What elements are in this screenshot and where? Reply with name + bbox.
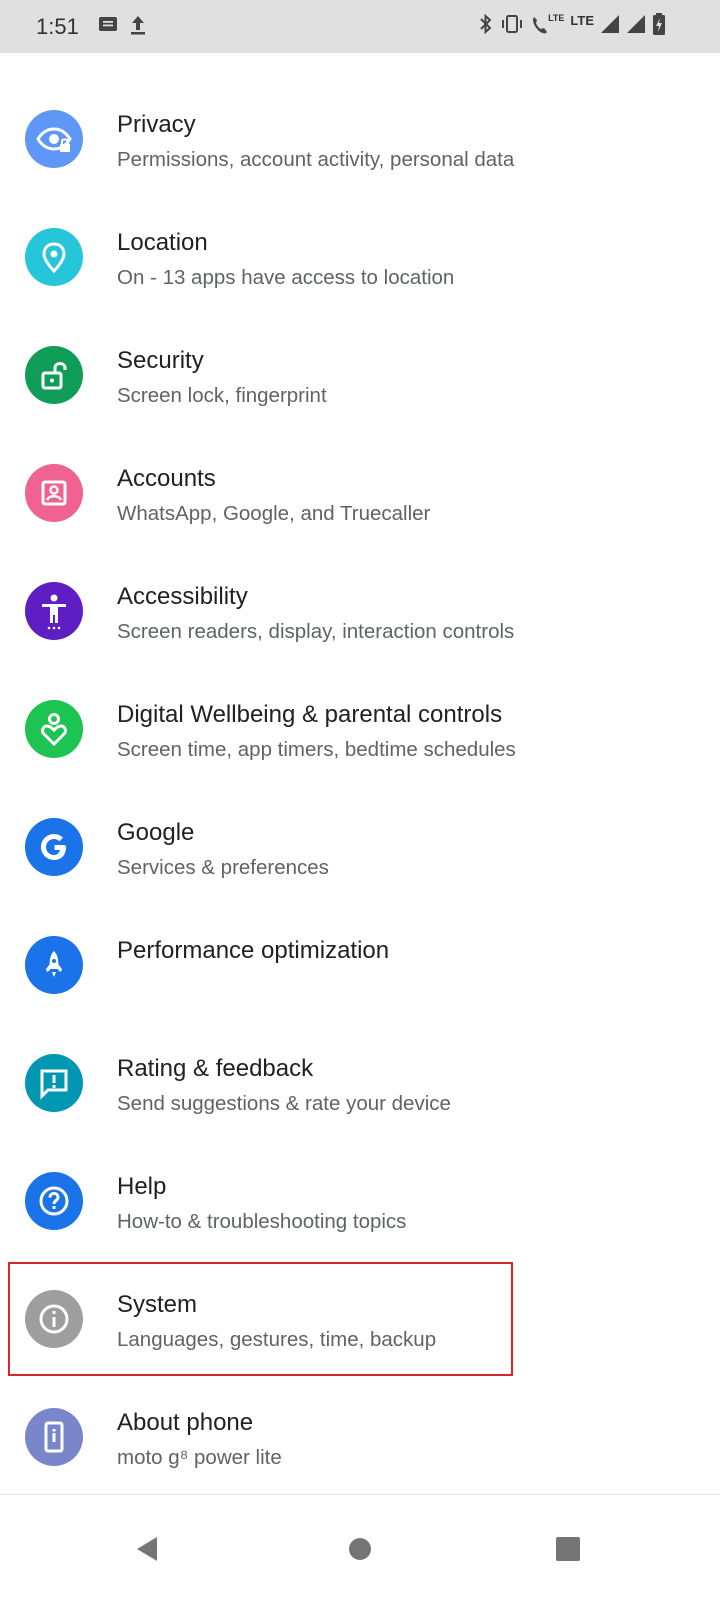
lte-call-icon: LTE xyxy=(530,13,564,35)
rocket-icon xyxy=(25,936,83,994)
settings-item-privacy[interactable]: Privacy Permissions, account activity, p… xyxy=(0,105,720,223)
bluetooth-icon xyxy=(478,12,494,36)
google-g-icon xyxy=(25,818,83,876)
item-title: Accessibility xyxy=(117,583,248,610)
home-icon xyxy=(349,1538,371,1560)
settings-item-accounts[interactable]: Accounts WhatsApp, Google, and Truecalle… xyxy=(0,459,720,577)
item-title: System xyxy=(117,1291,198,1318)
item-subtitle: On - 13 apps have access to location xyxy=(117,266,455,289)
item-subtitle: Services & preferences xyxy=(117,856,329,879)
phone-icon xyxy=(25,1408,83,1466)
settings-item-digital-wellbeing[interactable]: Digital Wellbeing & parental controls Sc… xyxy=(0,695,720,813)
item-title: Help xyxy=(117,1173,167,1200)
info-icon xyxy=(25,1290,83,1348)
status-bar: 1:51 LTE LTE xyxy=(0,0,720,53)
settings-item-google[interactable]: Google Services & preferences xyxy=(0,813,720,931)
settings-item-accessibility[interactable]: Accessibility Screen readers, display, i… xyxy=(0,577,720,695)
item-title: Digital Wellbeing & parental controls xyxy=(117,701,503,728)
back-icon xyxy=(137,1537,157,1561)
upload-notification-icon xyxy=(128,14,148,36)
item-title: Rating & feedback xyxy=(117,1055,314,1082)
item-title: Accounts xyxy=(117,465,216,492)
help-icon xyxy=(25,1172,83,1230)
vibrate-icon xyxy=(500,12,524,36)
battery-icon xyxy=(652,12,666,36)
accessibility-icon xyxy=(25,582,83,640)
lte-label: LTE xyxy=(570,12,594,28)
item-subtitle: Permissions, account activity, personal … xyxy=(117,148,515,171)
settings-item-location[interactable]: Location On - 13 apps have access to loc… xyxy=(0,223,720,341)
item-title: About phone xyxy=(117,1409,254,1436)
location-pin-icon xyxy=(25,228,83,286)
signal-2-icon xyxy=(626,13,646,35)
privacy-eye-icon xyxy=(25,110,83,168)
settings-item-security[interactable]: Security Screen lock, fingerprint xyxy=(0,341,720,459)
item-subtitle: Screen readers, display, interaction con… xyxy=(117,620,515,643)
account-box-icon xyxy=(25,464,83,522)
item-title: Location xyxy=(117,229,208,256)
recents-button[interactable] xyxy=(538,1519,598,1579)
back-button[interactable] xyxy=(118,1519,178,1579)
item-title: Security xyxy=(117,347,204,374)
item-subtitle: Screen time, app timers, bedtime schedul… xyxy=(117,738,516,761)
navigation-bar xyxy=(0,1494,720,1600)
item-title: Privacy xyxy=(117,111,196,138)
status-time: 1:51 xyxy=(36,14,79,39)
settings-item-rating-feedback[interactable]: Rating & feedback Send suggestions & rat… xyxy=(0,1049,720,1167)
item-subtitle: WhatsApp, Google, and Truecaller xyxy=(117,502,431,525)
wellbeing-heart-icon xyxy=(25,700,83,758)
settings-item-performance-optimization[interactable]: Performance optimization xyxy=(0,931,720,1049)
message-notification-icon xyxy=(98,14,118,36)
item-subtitle: How-to & troubleshooting topics xyxy=(117,1210,407,1233)
item-subtitle: Send suggestions & rate your device xyxy=(117,1092,451,1115)
lte-call-label: LTE xyxy=(548,13,565,23)
recents-icon xyxy=(556,1537,580,1561)
item-subtitle: Screen lock, fingerprint xyxy=(117,384,327,407)
item-subtitle: moto g⁸ power lite xyxy=(117,1446,282,1469)
settings-item-system[interactable]: System Languages, gestures, time, backup xyxy=(0,1285,720,1403)
unlock-icon xyxy=(25,346,83,404)
item-title: Google xyxy=(117,819,195,846)
item-title: Performance optimization xyxy=(117,937,390,964)
signal-1-icon xyxy=(600,13,620,35)
settings-item-help[interactable]: Help How-to & troubleshooting topics xyxy=(0,1167,720,1285)
feedback-icon xyxy=(25,1054,83,1112)
item-subtitle: Languages, gestures, time, backup xyxy=(117,1328,437,1351)
home-button[interactable] xyxy=(330,1519,390,1579)
